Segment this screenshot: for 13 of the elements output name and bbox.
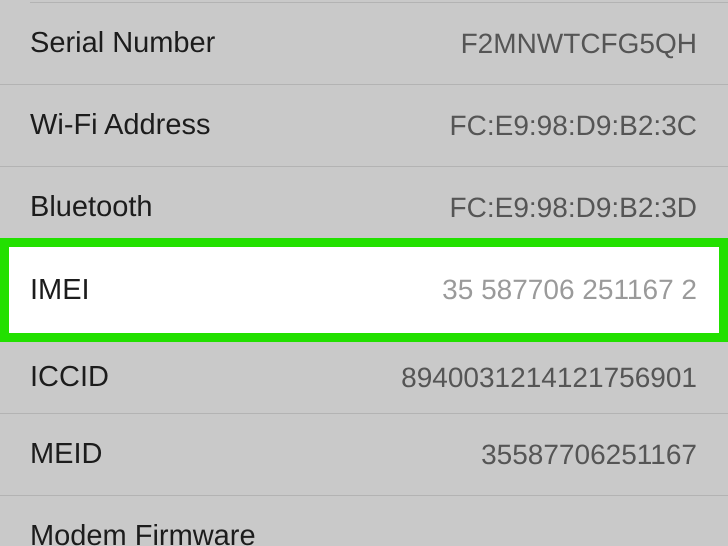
row-label: MEID [30, 438, 102, 471]
row-value: 35587706251167 [481, 438, 697, 470]
row-label: Serial Number [30, 27, 216, 60]
row-label: ICCID [30, 361, 109, 394]
row-label: IMEI [30, 274, 90, 306]
row-value: F2MNWTCFG5QH [460, 28, 697, 60]
row-label: Wi-Fi Address [30, 109, 210, 142]
row-label: Bluetooth [30, 191, 153, 224]
row-label: Modem Firmware [30, 520, 256, 546]
row-value: FC:E9:98:D9:B2:3D [450, 192, 697, 224]
row-value: 8940031214121756901 [401, 362, 697, 394]
row-value: 35 587706 251167 2 [442, 274, 697, 306]
row-value: FC:E9:98:D9:B2:3C [450, 110, 697, 142]
